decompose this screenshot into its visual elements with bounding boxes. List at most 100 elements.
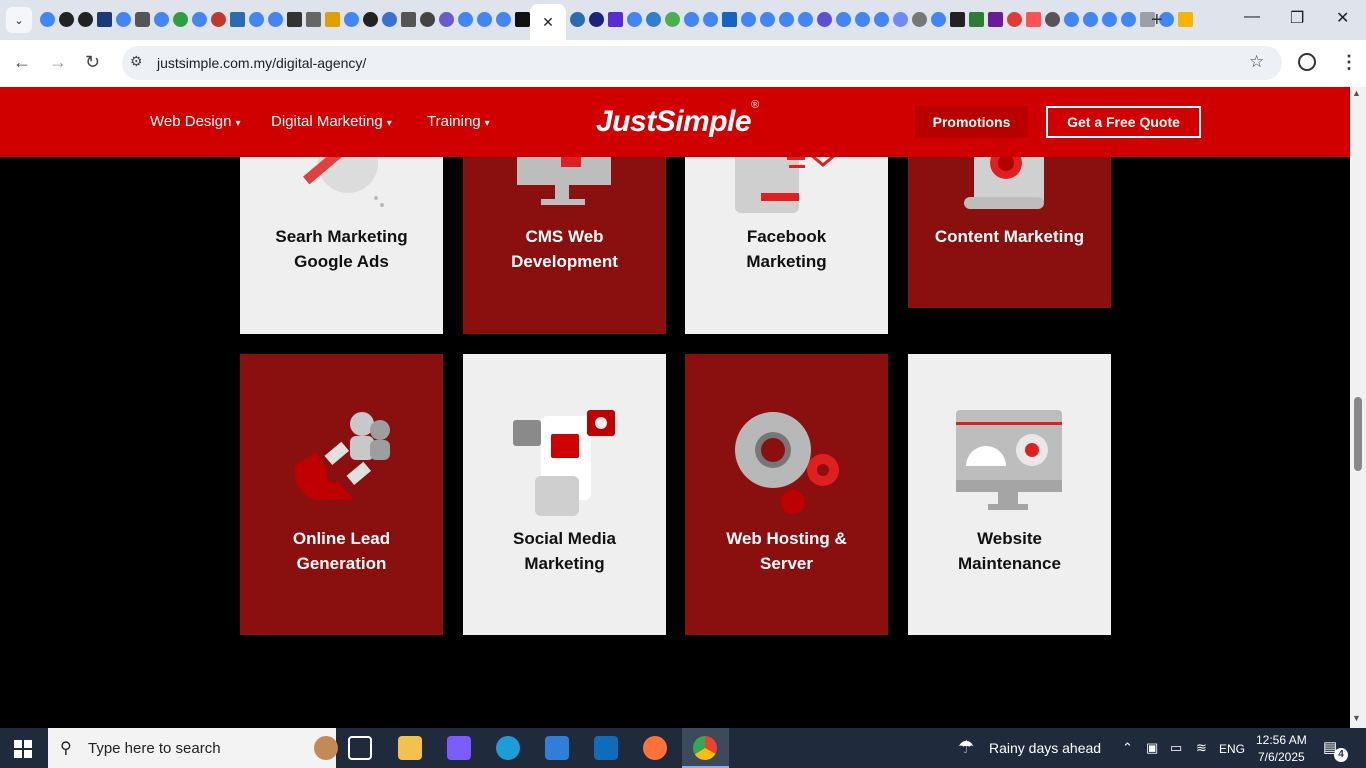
back-icon[interactable]: ←	[13, 52, 31, 73]
tab-favicon-icon[interactable]	[171, 10, 190, 29]
tab-favicon-icon[interactable]	[815, 10, 834, 29]
weather-icon[interactable]: ☂	[958, 737, 974, 758]
tab-favicon-icon[interactable]	[1062, 10, 1081, 29]
tab-favicon-icon[interactable]	[437, 10, 456, 29]
outlook-icon[interactable]	[594, 736, 618, 760]
tab-search-button[interactable]: ⌄	[6, 7, 32, 33]
tab-favicon-icon[interactable]	[380, 10, 399, 29]
tab-favicon-icon[interactable]	[891, 10, 910, 29]
tab-favicon-icon[interactable]	[701, 10, 720, 29]
tab-favicon-icon[interactable]	[929, 10, 948, 29]
tab-favicon-icon[interactable]	[625, 10, 644, 29]
tab-favicon-icon[interactable]	[606, 10, 625, 29]
scroll-thumb[interactable]	[1354, 397, 1362, 471]
tab-favicon-icon[interactable]	[152, 10, 171, 29]
taskbar-search-box[interactable]: ⚲ Type here to search	[48, 728, 338, 768]
edge-icon[interactable]	[496, 736, 520, 760]
tab-favicon-icon[interactable]	[190, 10, 209, 29]
promotions-button[interactable]: Promotions	[915, 106, 1028, 138]
battery-icon[interactable]: ▭	[1170, 740, 1182, 756]
tab-favicon-icon[interactable]	[456, 10, 475, 29]
tab-favicon-icon[interactable]	[209, 10, 228, 29]
service-card-website-maintenance[interactable]: Website Maintenance	[908, 354, 1111, 635]
site-info-icon[interactable]: ⚙	[130, 53, 143, 70]
nav-digital-marketing[interactable]: Digital Marketing ▾	[271, 113, 392, 130]
service-card-web-hosting[interactable]: Web Hosting & Server	[685, 354, 888, 635]
tab-favicon-icon[interactable]	[228, 10, 247, 29]
free-quote-button[interactable]: Get a Free Quote	[1046, 106, 1201, 138]
tab-favicon-icon[interactable]	[342, 10, 361, 29]
url-text[interactable]: justsimple.com.my/digital-agency/	[157, 55, 366, 71]
reload-icon[interactable]: ↻	[85, 52, 100, 73]
tab-favicon-icon[interactable]	[986, 10, 1005, 29]
service-card-cms-web[interactable]: CMS Web Development	[463, 143, 666, 334]
service-card-content-marketing[interactable]: Content Marketing	[908, 143, 1111, 308]
tab-favicon-icon[interactable]	[247, 10, 266, 29]
copilot-icon[interactable]	[447, 736, 471, 760]
tab-favicon-icon[interactable]	[114, 10, 133, 29]
service-card-facebook[interactable]: Facebook Marketing	[685, 143, 888, 334]
bookmark-star-icon[interactable]: ☆	[1249, 52, 1264, 72]
service-card-social-media[interactable]: Social Media Marketing	[463, 354, 666, 635]
tab-favicon-icon[interactable]	[361, 10, 380, 29]
profile-avatar-icon[interactable]	[1298, 53, 1316, 71]
tab-favicon-icon[interactable]	[948, 10, 967, 29]
tab-favicon-icon[interactable]	[418, 10, 437, 29]
file-explorer-icon[interactable]	[398, 736, 422, 760]
service-card-search-ads[interactable]: Searh Marketing Google Ads	[240, 143, 443, 334]
tab-favicon-icon[interactable]	[133, 10, 152, 29]
close-window-icon[interactable]: ✕	[1336, 8, 1349, 28]
tab-favicon-icon[interactable]	[758, 10, 777, 29]
tab-favicon-icon[interactable]	[323, 10, 342, 29]
scroll-up-icon[interactable]: ▲	[1352, 88, 1361, 98]
tray-chevron-icon[interactable]: ⌃	[1122, 740, 1133, 756]
language-indicator[interactable]: ENG	[1219, 742, 1245, 756]
nav-training[interactable]: Training ▾	[427, 113, 490, 130]
tab-favicon-icon[interactable]	[910, 10, 929, 29]
tab-favicon-icon[interactable]	[475, 10, 494, 29]
tab-favicon-icon[interactable]	[95, 10, 114, 29]
tab-favicon-icon[interactable]	[777, 10, 796, 29]
tab-favicon-icon[interactable]	[663, 10, 682, 29]
site-logo[interactable]: JustSimple®	[596, 99, 759, 139]
nav-web-design[interactable]: Web Design ▾	[150, 113, 240, 130]
tab-favicon-icon[interactable]	[853, 10, 872, 29]
tab-favicon-icon[interactable]	[1005, 10, 1024, 29]
forward-icon[interactable]: →	[49, 52, 67, 73]
tab-favicon-icon[interactable]	[967, 10, 986, 29]
taskbar-chrome-active[interactable]	[682, 728, 729, 768]
tab-favicon-icon[interactable]	[1081, 10, 1100, 29]
tab-favicon-icon[interactable]	[1043, 10, 1062, 29]
tab-favicon-icon[interactable]	[834, 10, 853, 29]
restore-icon[interactable]: ❐	[1290, 8, 1304, 28]
tab-favicon-icon[interactable]	[587, 10, 606, 29]
tab-favicon-icon[interactable]	[285, 10, 304, 29]
new-tab-button[interactable]: +	[1151, 9, 1163, 32]
service-card-lead-generation[interactable]: Online Lead Generation	[240, 354, 443, 635]
tab-favicon-icon[interactable]	[1100, 10, 1119, 29]
tab-favicon-icon[interactable]	[304, 10, 323, 29]
active-tab-close-button[interactable]: ✕	[530, 4, 566, 40]
tab-favicon-icon[interactable]	[494, 10, 513, 29]
tab-favicon-icon[interactable]	[1119, 10, 1138, 29]
firefox-icon[interactable]	[643, 736, 667, 760]
tab-favicon-icon[interactable]	[266, 10, 285, 29]
minimize-icon[interactable]: —	[1244, 8, 1260, 26]
tab-favicon-icon[interactable]	[796, 10, 815, 29]
wifi-icon[interactable]: ≋	[1196, 740, 1207, 756]
tab-favicon-icon[interactable]	[38, 10, 57, 29]
browser-menu-icon[interactable]: ⋮	[1340, 52, 1358, 73]
tab-favicon-icon[interactable]	[644, 10, 663, 29]
tab-favicon-icon[interactable]	[57, 10, 76, 29]
tab-favicon-icon[interactable]	[739, 10, 758, 29]
tab-favicon-icon[interactable]	[568, 10, 587, 29]
tab-favicon-icon[interactable]	[76, 10, 95, 29]
tab-favicon-icon[interactable]	[872, 10, 891, 29]
tab-favicon-icon[interactable]	[682, 10, 701, 29]
weather-text[interactable]: Rainy days ahead	[989, 740, 1101, 756]
tab-favicon-icon[interactable]	[720, 10, 739, 29]
store-icon[interactable]	[545, 736, 569, 760]
tab-favicon-icon[interactable]	[1024, 10, 1043, 29]
scroll-down-icon[interactable]: ▼	[1352, 713, 1361, 723]
meet-icon[interactable]: ▣	[1146, 740, 1158, 756]
